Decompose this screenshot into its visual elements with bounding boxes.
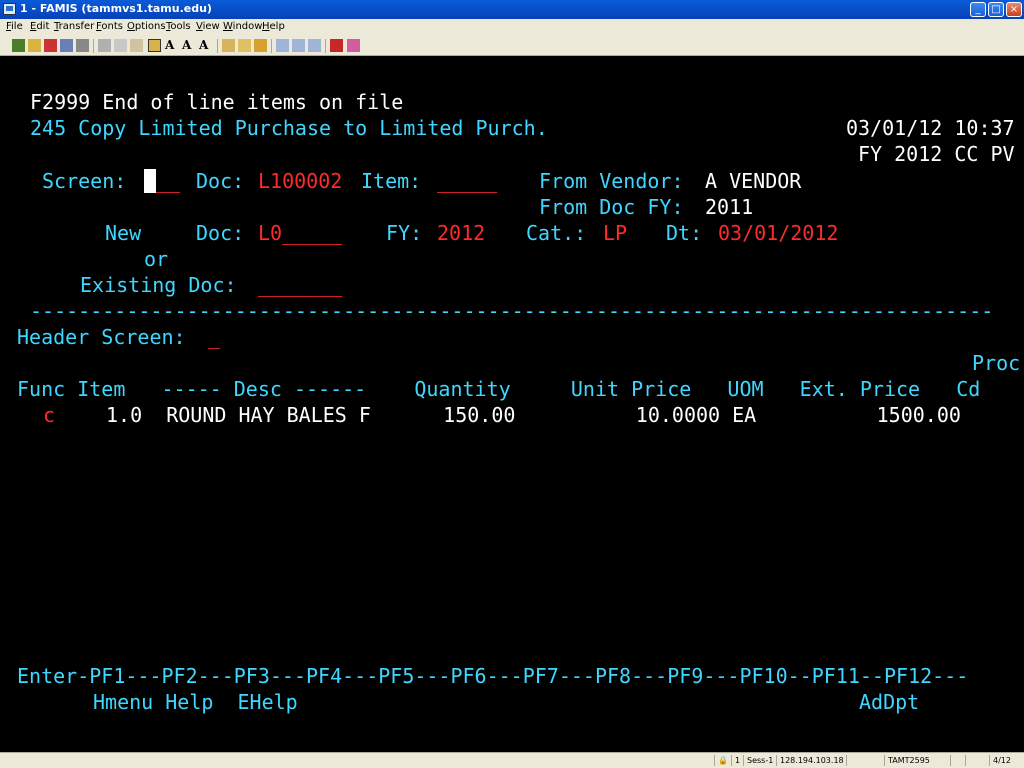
pf-labels-right: AdDpt xyxy=(859,690,920,714)
item-label: Item: xyxy=(361,169,422,193)
pa3-icon[interactable] xyxy=(308,39,321,52)
fy-field[interactable]: 2012 xyxy=(437,221,485,245)
copy-icon[interactable] xyxy=(114,39,127,52)
cat-field[interactable]: LP xyxy=(603,221,627,245)
row-func-field[interactable]: c xyxy=(43,403,55,427)
window-title-bar[interactable]: 1 - FAMIS (tammvs1.tamu.edu) _ □ × xyxy=(0,0,1024,19)
dt-label: Dt: xyxy=(666,221,703,245)
existing-doc-label: Existing Doc: xyxy=(80,273,237,297)
menu-edit[interactable]: Edit xyxy=(30,21,49,32)
separator-line: ----------------------------------------… xyxy=(30,299,994,323)
or-label: or xyxy=(144,247,169,271)
datetime: 03/01/12 10:37 xyxy=(846,116,1015,140)
new-doc-label: Doc: xyxy=(196,221,245,245)
new-doc-field[interactable]: L0_____ xyxy=(258,221,342,245)
menu-bar: File Edit Transfer Fonts Options Tools V… xyxy=(0,19,1024,36)
lock-icon: 🔒 xyxy=(714,755,728,766)
status-bar: 🔒 1 Sess-1 128.194.103.18 TAMT2595 4/12 xyxy=(0,752,1024,768)
screen-label: Screen: xyxy=(42,169,127,193)
macro-icon[interactable] xyxy=(254,39,267,52)
menu-fonts[interactable]: Fonts xyxy=(96,21,123,32)
dt-field[interactable]: 03/01/2012 xyxy=(718,221,838,245)
fy-label: FY 2012 CC PV xyxy=(858,142,1015,166)
from-vendor-value: A VENDOR xyxy=(705,169,802,193)
terminal-screen[interactable]: F2999 End of line items on file 245 Copy… xyxy=(0,56,1024,752)
disconnect-icon[interactable] xyxy=(28,39,41,52)
new-session-icon[interactable] xyxy=(44,39,57,52)
pf-key-line: Enter-PF1---PF2---PF3---PF4---PF5---PF6-… xyxy=(17,664,969,688)
enter-icon[interactable] xyxy=(330,39,343,52)
cat-label: Cat.: xyxy=(526,221,587,245)
connect-icon[interactable] xyxy=(12,39,25,52)
erase-icon[interactable] xyxy=(347,39,360,52)
from-vendor-label: From Vendor: xyxy=(539,169,684,193)
screen-input-underline[interactable]: __ xyxy=(156,169,180,193)
table-row: 1.0 ROUND HAY BALES F 150.00 10.0000 EA … xyxy=(106,403,961,427)
screen-input[interactable] xyxy=(144,169,156,193)
app-icon[interactable] xyxy=(3,3,16,15)
pa1-icon[interactable] xyxy=(276,39,289,52)
status-empty xyxy=(846,755,880,766)
paste-icon[interactable] xyxy=(130,39,143,52)
menu-window[interactable]: Window xyxy=(223,21,262,32)
active-tool-icon[interactable] xyxy=(148,39,161,52)
font-smaller-icon[interactable]: A xyxy=(182,39,195,52)
existing-doc-field[interactable]: _______ xyxy=(258,273,342,297)
cut-icon[interactable] xyxy=(98,39,111,52)
maximize-button[interactable]: □ xyxy=(988,2,1004,17)
lock-indicator: 1 xyxy=(731,755,740,766)
host-address: 128.194.103.18 xyxy=(776,755,844,766)
terminal-id: TAMT2595 xyxy=(884,755,930,766)
receive-file-icon[interactable] xyxy=(238,39,251,52)
send-file-icon[interactable] xyxy=(222,39,235,52)
item-field[interactable]: _____ xyxy=(437,169,497,193)
from-doc-fy-value: 2011 xyxy=(705,195,754,219)
header-screen-field[interactable]: _ xyxy=(208,325,220,349)
menu-help[interactable]: Help xyxy=(262,21,285,32)
new-label: New xyxy=(105,221,142,245)
font-larger-icon[interactable]: A xyxy=(199,39,212,52)
message-line: F2999 End of line items on file xyxy=(30,90,404,114)
pf-labels-left: Hmenu Help EHelp xyxy=(93,690,298,714)
menu-file[interactable]: File xyxy=(6,21,23,32)
font-a-icon[interactable]: A xyxy=(165,39,178,52)
fy-label-2: FY: xyxy=(386,221,423,245)
status-empty-2 xyxy=(950,755,964,766)
toolbar: A A A xyxy=(0,36,1024,56)
menu-tools[interactable]: Tools xyxy=(166,21,191,32)
column-headers: Func Item ----- Desc ------ Quantity Uni… xyxy=(17,377,981,401)
close-button[interactable]: × xyxy=(1006,2,1022,17)
menu-transfer[interactable]: Transfer xyxy=(54,21,94,32)
from-doc-fy-label: From Doc FY: xyxy=(539,195,684,219)
cursor-position: 4/12 xyxy=(989,755,1011,766)
minimize-button[interactable]: _ xyxy=(970,2,986,17)
status-empty-3 xyxy=(965,755,979,766)
header-screen-label: Header Screen: xyxy=(17,325,186,349)
pa2-icon[interactable] xyxy=(292,39,305,52)
proc-label: Proc xyxy=(972,351,1021,375)
window-title: 1 - FAMIS (tammvs1.tamu.edu) xyxy=(20,2,212,15)
doc-field[interactable]: L100002 xyxy=(258,169,342,193)
properties-icon[interactable] xyxy=(60,39,73,52)
screen-title: 245 Copy Limited Purchase to Limited Pur… xyxy=(30,116,548,140)
doc-label: Doc: xyxy=(196,169,245,193)
print-icon[interactable] xyxy=(76,39,89,52)
menu-view[interactable]: View xyxy=(196,21,220,32)
session-indicator: Sess-1 xyxy=(743,755,773,766)
menu-options[interactable]: Options xyxy=(127,21,166,32)
